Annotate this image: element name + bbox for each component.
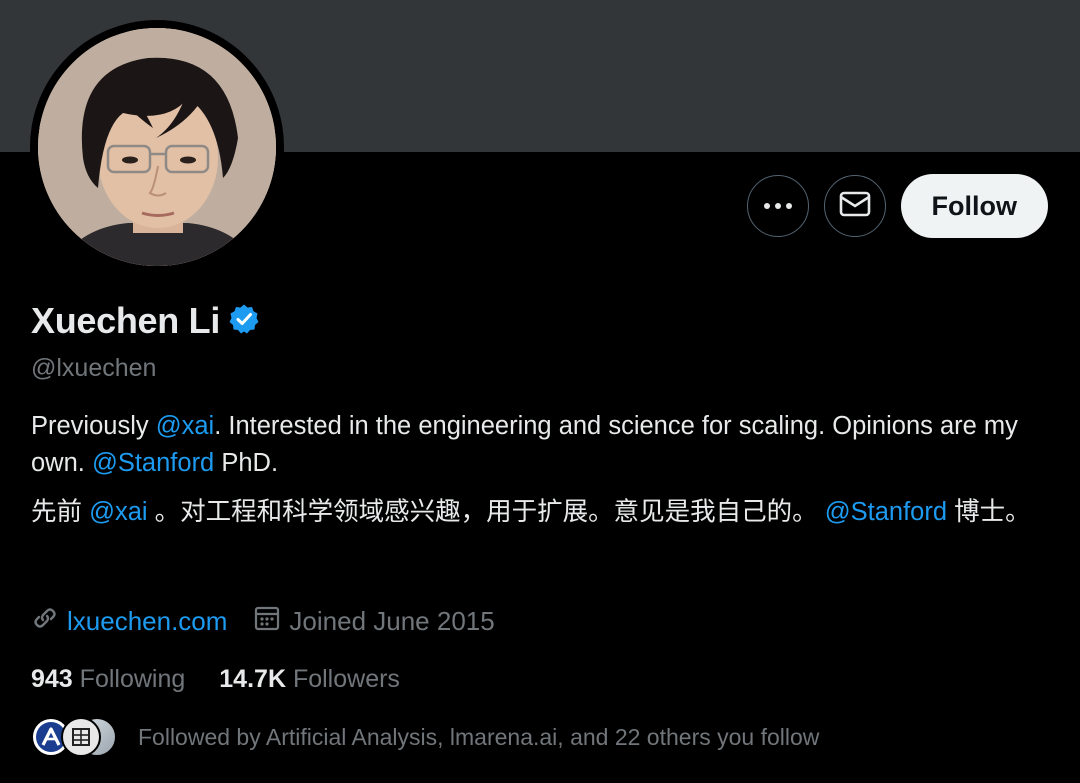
mention-xai[interactable]: @xai [89, 498, 147, 526]
profile-actions: Follow [746, 174, 1048, 238]
follow-button[interactable]: Follow [900, 174, 1048, 238]
calendar-icon [253, 604, 281, 639]
followers-label: Followers [292, 665, 400, 693]
followed-by-text: Followed by Artificial Analysis, lmarena… [138, 723, 820, 750]
website-item: lxuechen.com [31, 604, 227, 639]
display-name: Xuechen Li [31, 300, 221, 341]
profile-avatar[interactable] [30, 20, 284, 274]
bio-text: 先前 [31, 498, 90, 526]
avatar-photo [38, 28, 276, 266]
profile-stats: 943 Following 14.7K Followers [31, 665, 434, 694]
followers-count: 14.7K [219, 665, 286, 693]
bio-text: 博士。 [947, 498, 1031, 526]
bio-text: Previously [31, 412, 156, 440]
envelope-icon [839, 191, 871, 222]
name-row: Xuechen Li [31, 300, 260, 342]
mention-stanford[interactable]: @Stanford [92, 449, 214, 477]
more-icon [763, 197, 793, 215]
mention-stanford[interactable]: @Stanford [825, 498, 947, 526]
lmarena-logo [61, 717, 101, 757]
mention-xai[interactable]: @xai [156, 412, 214, 440]
joined-item: Joined June 2015 [253, 604, 495, 639]
user-handle: @lxuechen [31, 354, 157, 382]
website-link[interactable]: lxuechen.com [67, 606, 227, 637]
message-button[interactable] [823, 175, 886, 237]
followed-by[interactable]: Followed by Artificial Analysis, lmarena… [31, 717, 819, 757]
following-label: Following [79, 665, 186, 693]
following-stat[interactable]: 943 Following [31, 665, 185, 694]
verified-badge-icon[interactable] [228, 303, 260, 340]
followers-stat[interactable]: 14.7K Followers [219, 665, 400, 694]
following-count: 943 [31, 665, 73, 693]
followed-by-avatars [31, 717, 121, 757]
profile-meta: lxuechen.com Joined June 2015 [31, 604, 521, 639]
bio-chinese: 先前 @xai 。对工程和科学领域感兴趣，用于扩展。意见是我自己的。 @Stan… [31, 494, 1041, 531]
more-button[interactable] [746, 175, 809, 237]
bio-english: Previously @xai. Interested in the engin… [31, 408, 1041, 482]
bio-text: 。对工程和科学领域感兴趣，用于扩展。意见是我自己的。 [147, 498, 825, 526]
link-icon [31, 604, 59, 639]
joined-date: Joined June 2015 [289, 606, 495, 636]
bio-text: PhD. [214, 449, 279, 477]
